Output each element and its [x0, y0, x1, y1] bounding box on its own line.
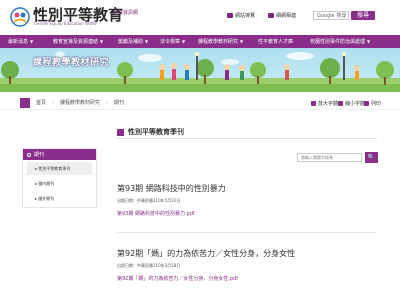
links-label: 網網相連	[276, 13, 297, 19]
nav-label: 獎勵及補助	[118, 39, 144, 45]
chevron-down-icon: ▼	[100, 39, 104, 44]
breadcrumb-curriculum[interactable]: 課程教學教材研究	[60, 99, 100, 106]
breadcrumb-current: 期刊	[114, 100, 125, 106]
nav-item-talent[interactable]: 性平教育人才庫	[258, 38, 293, 45]
nav-label: 最新消息	[8, 39, 29, 45]
entry-title[interactable]: 第93期 網路科技中的性別暴力	[117, 183, 226, 194]
chevron-down-icon: ▼	[182, 39, 186, 44]
zoom-out-icon	[338, 101, 343, 106]
nav-item-news[interactable]: 最新消息 ▼	[8, 38, 33, 45]
links-link[interactable]: 網網相連	[268, 12, 296, 19]
chevron-down-icon: ▼	[145, 39, 149, 44]
sidebar: 期刊 ▸ 性別平等教育季刊 ▸ 國內期刊 ▸ 國外期刊	[22, 148, 97, 208]
sidebar-item-foreign[interactable]: ▸ 國外期刊	[27, 192, 92, 205]
zoom-in-tool[interactable]: 放大字體	[311, 100, 338, 107]
book-icon	[117, 128, 124, 136]
breadcrumb-separator: ›	[106, 99, 109, 106]
tool-label: 放大字體	[318, 101, 339, 107]
chevron-down-icon: ▼	[367, 39, 371, 44]
nav-item-curriculum[interactable]: 課程教學教材研究 ▼	[198, 38, 243, 45]
sitemap-icon	[227, 13, 233, 18]
breadcrumb-home[interactable]: 首頁	[36, 99, 46, 106]
breadcrumb-separator: ›	[52, 99, 55, 106]
entry-pdf-link[interactable]: 第92期「媽」的力為依苦力／女性分身，分身女性.pdf	[117, 275, 238, 282]
keyword-search-input[interactable]: 請輸入關鍵字搜尋	[297, 153, 362, 162]
nav-item-resources[interactable]: 教育宣導及資源連結 ▼	[53, 38, 103, 45]
sitemap-link[interactable]: 網站導覽	[227, 12, 255, 19]
zoom-out-tool[interactable]: 縮小字體	[338, 100, 365, 107]
nav-label: 校園性別事件防治與處理	[310, 39, 366, 45]
search-icon[interactable]: 🔍	[365, 152, 378, 163]
sidebar-heading: 期刊	[23, 149, 96, 160]
print-icon	[364, 101, 369, 106]
site-logo-icon[interactable]	[10, 7, 30, 27]
chevron-down-icon: ▼	[30, 39, 34, 44]
zoom-in-icon	[311, 101, 316, 106]
nav-item-prevention[interactable]: 校園性別事件防治與處理 ▼	[310, 38, 370, 45]
nav-item-regulations[interactable]: 法令規章 ▼	[160, 38, 185, 45]
site-subtitle: Gender Equity Education WWW	[34, 21, 97, 26]
divider	[117, 138, 377, 139]
links-icon	[268, 13, 274, 18]
entry-title[interactable]: 第92期「媽」的力為依苦力／女性分身，分身女性	[117, 248, 295, 259]
nav-item-awards[interactable]: 獎勵及補助 ▼	[118, 38, 148, 45]
entry-date: 出版日期：中華民國110年5月31日	[117, 198, 181, 203]
home-icon[interactable]	[20, 97, 30, 108]
google-search-input[interactable]: Google 搜尋	[313, 11, 349, 20]
banner-title: 課程教學教材研究	[33, 58, 110, 68]
sidebar-item-quarterly[interactable]: ▸ 性別平等教育季刊	[27, 162, 92, 175]
site-tag: 全球資訊網	[113, 10, 139, 16]
divider	[117, 232, 377, 233]
page-title-text: 性別平等教育季刊	[128, 128, 184, 136]
nav-label: 性平教育人才庫	[258, 39, 294, 45]
chevron-down-icon: ▼	[240, 39, 244, 44]
site-header: 性別平等教育 Gender Equity Education WWW 全球資訊網…	[0, 0, 400, 35]
main-nav: 最新消息 ▼ 教育宣導及資源連結 ▼ 獎勵及補助 ▼ 法令規章 ▼ 課程教學教材研究 ▼ …	[0, 35, 400, 48]
tool-label: 縮小字體	[345, 101, 366, 107]
entry-date: 出版日期：中華民國110年3月18日	[117, 263, 181, 268]
search-button[interactable]: 搜尋	[351, 11, 375, 20]
sidebar-item-domestic[interactable]: ▸ 國內期刊	[27, 177, 92, 190]
entry-pdf-link[interactable]: 第93期 網路科技中的性別暴力.pdf	[117, 210, 195, 217]
print-tool[interactable]: 列印	[364, 100, 381, 107]
circle-icon	[27, 152, 31, 157]
sidebar-heading-text: 期刊	[34, 152, 45, 158]
nav-label: 法令規章	[160, 39, 181, 45]
nav-label: 課程教學教材研究	[198, 39, 239, 45]
tool-label: 列印	[371, 101, 382, 107]
nav-label: 教育宣導及資源連結	[53, 39, 99, 45]
sitemap-label: 網站導覽	[235, 13, 256, 19]
page-title: 性別平等教育季刊	[117, 127, 184, 137]
